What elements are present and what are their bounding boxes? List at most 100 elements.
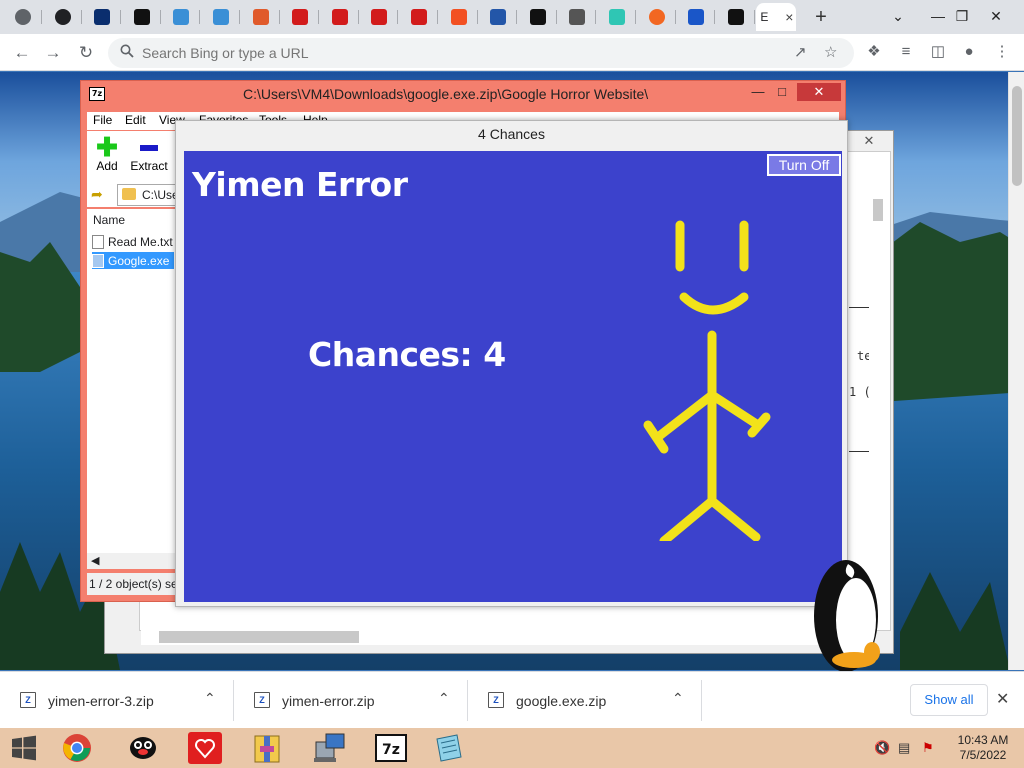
- browser-tab[interactable]: [242, 3, 280, 31]
- media-queue-icon[interactable]: ≡: [896, 42, 916, 62]
- menu-edit[interactable]: Edit: [125, 113, 146, 127]
- right-leg: [707, 496, 761, 541]
- tab-separator: [357, 10, 359, 24]
- address-bar[interactable]: ↗ ☆: [108, 38, 854, 68]
- right-arm: [707, 390, 763, 430]
- browser-tab[interactable]: [440, 3, 478, 31]
- chevron-up-icon[interactable]: ⌃: [204, 690, 216, 707]
- back-arrow-icon[interactable]: ←: [10, 41, 34, 65]
- browser-tab[interactable]: [162, 3, 201, 31]
- museum-icon: [133, 9, 150, 25]
- browser-tab[interactable]: [83, 3, 122, 31]
- system-clock[interactable]: 10:43 AM 7/5/2022: [948, 733, 1018, 763]
- page-scrollbar-thumb[interactable]: [1012, 86, 1022, 186]
- start-button[interactable]: [0, 730, 48, 766]
- scrollbar-thumb[interactable]: [159, 631, 359, 643]
- download-item[interactable]: Z yimen-error.zip ⌃: [234, 672, 468, 729]
- tab-separator: [239, 10, 240, 24]
- address-input[interactable]: [142, 43, 782, 63]
- tab-separator: [199, 10, 201, 24]
- page-scrollbar[interactable]: [1008, 72, 1024, 670]
- close-tab-icon[interactable]: ×: [785, 9, 793, 25]
- back-window-hscrollbar[interactable]: [141, 627, 871, 645]
- adobe-icon: [331, 9, 348, 25]
- volume-muted-icon[interactable]: 🔇: [874, 740, 890, 756]
- exe-file-icon: [92, 253, 104, 268]
- download-item[interactable]: Z yimen-error-3.zip ⌃: [0, 672, 234, 729]
- tab-separator: [120, 10, 122, 24]
- back-window-close-button[interactable]: ✕: [847, 133, 891, 151]
- browser-tab[interactable]: [321, 3, 359, 31]
- extensions-icon[interactable]: ❖: [864, 42, 884, 62]
- browser-tab[interactable]: [281, 3, 320, 31]
- show-all-button[interactable]: Show all: [910, 684, 988, 716]
- penguin-mascot[interactable]: [812, 556, 882, 672]
- tab-separator: [635, 10, 636, 24]
- download-item[interactable]: Z google.exe.zip ⌃: [468, 672, 702, 729]
- extract-button[interactable]: Extract: [129, 135, 169, 173]
- browser-tab[interactable]: [717, 3, 755, 31]
- browser-tab[interactable]: [202, 3, 240, 31]
- taskbar-heart-app[interactable]: [178, 730, 232, 766]
- edge-icon: [173, 9, 190, 25]
- 7zip-close-button[interactable]: ✕: [797, 83, 841, 101]
- bookmark-star-icon[interactable]: ☆: [824, 43, 837, 61]
- browser-tab[interactable]: [4, 3, 42, 31]
- 7zip-minimize-button[interactable]: —: [745, 83, 771, 101]
- browser-tab[interactable]: [360, 3, 399, 31]
- add-button[interactable]: ✚ Add: [93, 132, 121, 173]
- share-icon[interactable]: ↗: [794, 43, 807, 61]
- browser-tab[interactable]: [519, 3, 557, 31]
- close-downloads-icon[interactable]: ✕: [996, 689, 1009, 709]
- active-tab-label: E: [760, 10, 769, 24]
- network-icon[interactable]: ▤: [898, 740, 910, 756]
- new-tab-button[interactable]: +: [810, 6, 832, 29]
- scrollbar-thumb[interactable]: [873, 199, 883, 221]
- chevron-up-icon[interactable]: ⌃: [672, 690, 684, 707]
- column-header-name[interactable]: Name: [93, 213, 125, 227]
- browser-tab[interactable]: [400, 3, 438, 31]
- 7zip-window-title: C:\Users\VM4\Downloads\google.exe.zip\Go…: [243, 86, 649, 102]
- clock-time: 10:43 AM: [957, 733, 1009, 747]
- taskbar-chrome[interactable]: [50, 730, 104, 766]
- chances-window[interactable]: 4 Chances Turn Off Yimen Error Chances: …: [175, 120, 848, 607]
- file-row-google-exe[interactable]: Google.exe: [92, 252, 174, 269]
- separator: [701, 680, 702, 721]
- error-heading: Yimen Error: [192, 165, 408, 204]
- forward-arrow-icon[interactable]: →: [41, 41, 65, 65]
- action-center-alert-icon[interactable]: ⚑: [922, 740, 934, 756]
- close-browser-button[interactable]: ✕: [976, 4, 1016, 28]
- 7zip-maximize-button[interactable]: □: [769, 83, 795, 101]
- 7zip-titlebar[interactable]: 7z C:\Users\VM4\Downloads\google.exe.zip…: [81, 81, 845, 107]
- file-row-readme[interactable]: Read Me.txt: [92, 233, 174, 250]
- up-folder-icon[interactable]: ➦: [91, 186, 109, 204]
- scroll-left-arrow-icon[interactable]: ◀: [91, 554, 99, 567]
- browser-tab[interactable]: [677, 3, 716, 31]
- taskbar-7zip-app[interactable]: 7z: [364, 730, 418, 766]
- browser-tab[interactable]: [479, 3, 518, 31]
- plus-icon: ✚: [96, 132, 118, 162]
- browser-tab[interactable]: [44, 3, 82, 31]
- tab-separator: [437, 10, 438, 24]
- 7zip-app-icon: 7z: [89, 87, 105, 101]
- menu-kebab-icon[interactable]: ⋮: [992, 42, 1012, 62]
- reload-icon[interactable]: ↻: [74, 41, 98, 65]
- browser-tab[interactable]: [638, 3, 676, 31]
- taskbar-penguin-app[interactable]: [116, 730, 170, 766]
- file-name: Read Me.txt: [108, 234, 173, 249]
- browser-tab[interactable]: [123, 3, 161, 31]
- active-browser-tab[interactable]: E ×: [756, 3, 797, 31]
- adobe-icon: [292, 9, 309, 25]
- turn-off-button[interactable]: Turn Off: [767, 154, 841, 176]
- taskbar-network-app[interactable]: [302, 730, 356, 766]
- tab-search-chevron-icon[interactable]: ⌄: [878, 4, 918, 28]
- taskbar-notepad-app[interactable]: [422, 730, 476, 766]
- side-panel-icon[interactable]: ◫: [928, 42, 948, 62]
- chevron-up-icon[interactable]: ⌃: [438, 690, 450, 707]
- zip-file-icon: Z: [488, 692, 504, 708]
- profile-avatar-icon[interactable]: ●: [959, 42, 979, 62]
- browser-tab[interactable]: [558, 3, 597, 31]
- browser-tab[interactable]: [598, 3, 636, 31]
- taskbar-archive-app[interactable]: [240, 730, 294, 766]
- menu-file[interactable]: File: [93, 113, 112, 127]
